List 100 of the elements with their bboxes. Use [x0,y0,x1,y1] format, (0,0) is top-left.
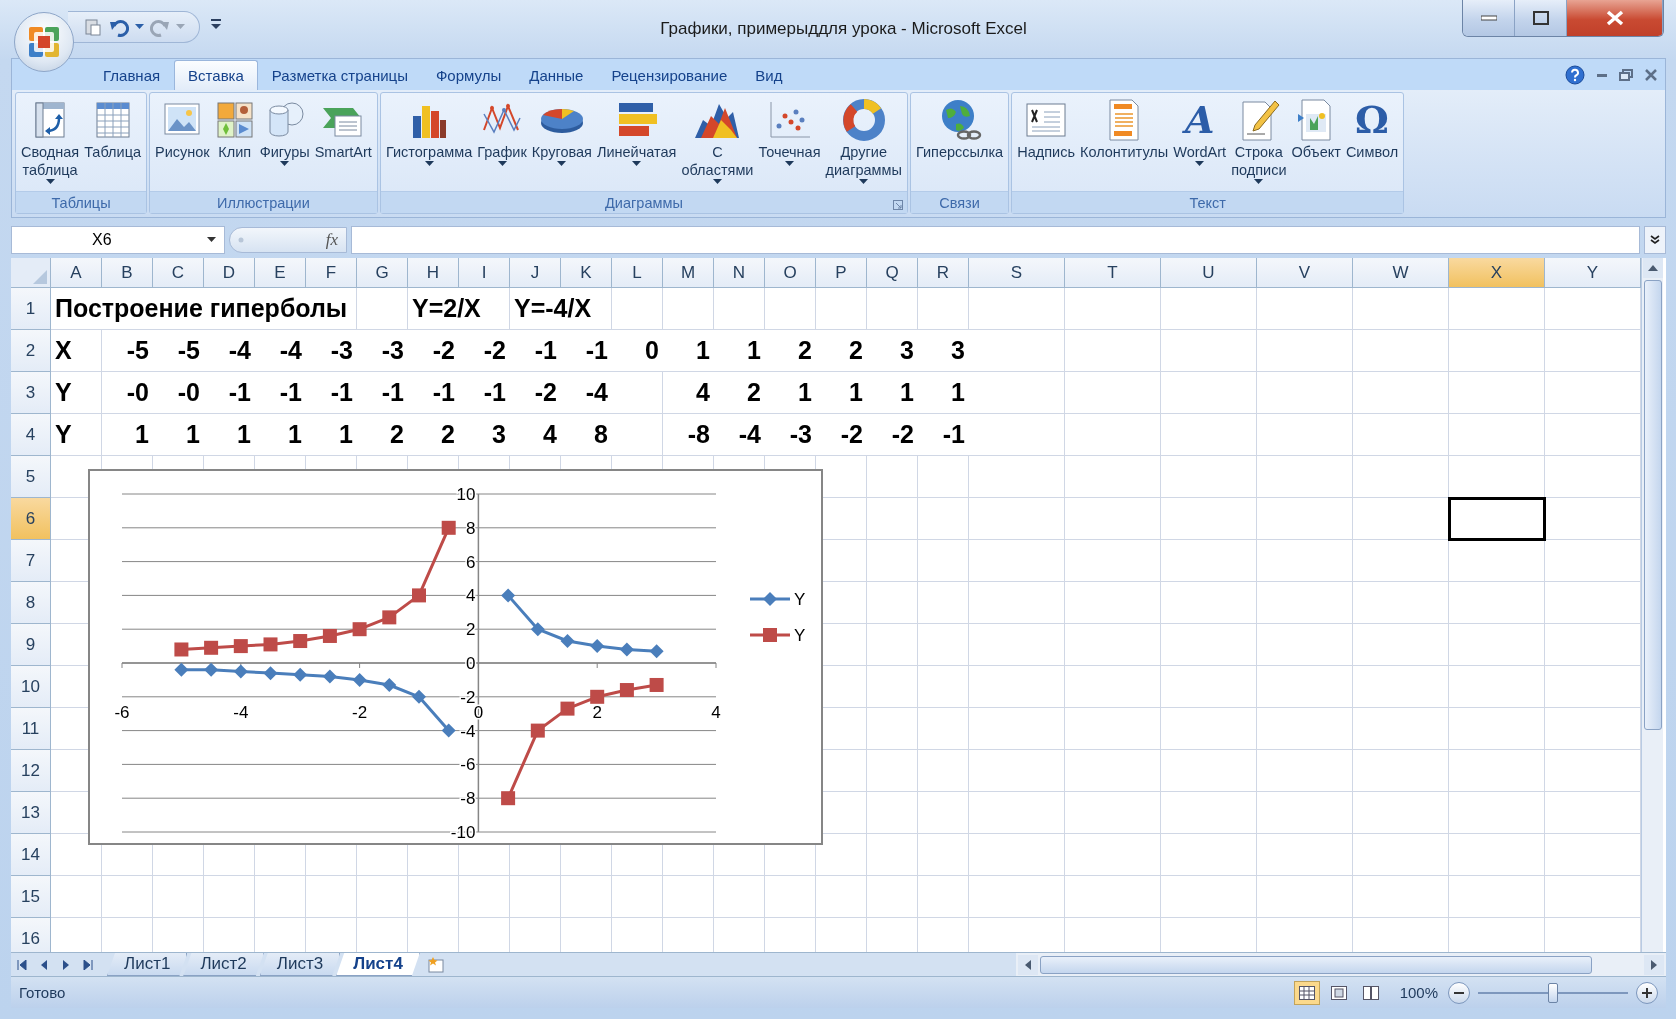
row-header[interactable]: 4 [11,414,51,456]
row-header[interactable]: 15 [11,876,51,918]
undo-dropdown[interactable] [134,24,145,30]
ribbon-button[interactable]: Линейчатая [594,95,679,169]
ribbon-button[interactable]: Рисунок [153,95,212,163]
column-header[interactable]: I [459,258,510,288]
column-header[interactable]: Q [867,258,918,288]
sheet-tab[interactable]: Лист4 [336,953,420,976]
ribbon-button[interactable]: Клип [212,95,257,163]
column-header[interactable]: D [204,258,255,288]
row-header[interactable]: 8 [11,582,51,624]
group-label: Диаграммы [605,194,683,211]
ribbon-button[interactable]: Сводная таблица [19,95,82,187]
row-header[interactable]: 10 [11,666,51,708]
ribbon-tab[interactable]: Разметка страницы [257,60,422,90]
row-header[interactable]: 6 [11,498,51,540]
column-header[interactable]: L [612,258,663,288]
name-box[interactable]: X6 [11,225,225,254]
row-header[interactable]: 12 [11,750,51,792]
ribbon-button[interactable]: Другие диаграммы [823,95,904,187]
expand-formula-button[interactable] [1644,225,1666,254]
workbook-close-button[interactable] [1645,69,1657,81]
maximize-button[interactable] [1515,0,1567,36]
customize-toolbar-button[interactable] [210,18,222,30]
column-header[interactable]: W [1353,258,1449,288]
vertical-scrollbar[interactable] [1641,258,1663,952]
row-header[interactable]: 2 [11,330,51,372]
zoom-slider-thumb[interactable] [1548,982,1558,1003]
undo-button[interactable] [108,17,130,37]
help-button[interactable] [1565,65,1585,85]
column-header[interactable]: F [306,258,357,288]
column-header[interactable]: X [1449,258,1545,288]
column-header[interactable]: J [510,258,561,288]
row-header[interactable]: 14 [11,834,51,876]
column-header[interactable]: O [765,258,816,288]
column-header[interactable]: C [153,258,204,288]
ribbon-button[interactable]: Гиперссылка [913,95,1006,163]
row-header[interactable]: 16 [11,918,51,952]
column-header[interactable]: M [663,258,714,288]
column-header[interactable]: H [408,258,459,288]
row-header[interactable]: 5 [11,456,51,498]
row-header[interactable]: 1 [11,288,51,330]
zoom-in-button[interactable] [1636,981,1658,1004]
ribbon-button[interactable]: Таблица [82,95,143,163]
ribbon-button[interactable]: Точечная [756,95,823,169]
column-header[interactable]: N [714,258,765,288]
scroll-left-button[interactable] [1018,954,1038,975]
dialog-launcher[interactable] [892,200,903,210]
insert-function-label[interactable]: fx [325,229,338,250]
ribbon-tab[interactable]: Рецензирование [597,60,742,90]
restore-button[interactable] [1619,69,1633,81]
column-header[interactable]: Y [1545,258,1641,288]
horizontal-scrollbar[interactable] [1016,953,1666,976]
column-header[interactable]: R [918,258,969,288]
scroll-thumb[interactable] [1040,955,1592,974]
column-header[interactable]: A [51,258,102,288]
sheet-tab[interactable]: Лист2 [183,953,264,976]
ribbon-button[interactable]: Объект [1289,95,1343,163]
ribbon-button[interactable]: Колонтитулы [1077,95,1171,163]
ribbon-button[interactable]: A WordArt [1171,95,1229,169]
ribbon-button[interactable]: Надпись [1015,95,1077,163]
ribbon-minimize-button[interactable] [1597,73,1607,77]
scroll-thumb[interactable] [1643,280,1662,730]
sheet-tab[interactable]: Лист1 [107,953,188,976]
row-header[interactable]: 3 [11,372,51,414]
row-header[interactable]: 11 [11,708,51,750]
row-header[interactable]: 13 [11,792,51,834]
column-header[interactable]: U [1161,258,1257,288]
ribbon-tab[interactable]: Вставка [174,60,258,90]
ribbon-button[interactable]: Круговая [529,95,594,169]
ribbon-button[interactable]: Ω Символ [1343,95,1401,163]
column-header[interactable]: T [1065,258,1161,288]
ribbon-tab[interactable]: Формулы [421,60,516,90]
column-header[interactable]: P [816,258,867,288]
column-header[interactable]: V [1257,258,1353,288]
scroll-right-button[interactable] [1644,954,1664,975]
selected-cell[interactable] [1449,498,1545,540]
ribbon-button[interactable]: Гистограмма [383,95,475,169]
row-header[interactable]: 7 [11,540,51,582]
ribbon-button[interactable]: SmartArt [312,95,374,163]
ribbon-button[interactable]: Фигуры [257,95,312,169]
ribbon-tab[interactable]: Данные [515,60,598,90]
scroll-up-button[interactable] [1642,258,1663,278]
ribbon-tab[interactable]: Вид [741,60,797,90]
column-header[interactable]: K [561,258,612,288]
row-header[interactable]: 9 [11,624,51,666]
column-header[interactable]: G [357,258,408,288]
ribbon-button[interactable]: График [475,95,529,169]
column-header[interactable]: B [102,258,153,288]
zoom-out-button[interactable] [1448,981,1470,1004]
sheet-tab[interactable]: Лист3 [259,953,341,976]
view-button[interactable] [1293,980,1320,1005]
formula-input[interactable] [351,225,1640,254]
ribbon-button[interactable]: Строка подписи [1229,95,1289,187]
column-header[interactable]: E [255,258,306,288]
column-header[interactable]: S [969,258,1065,288]
ribbon-button[interactable]: С областями [679,95,756,187]
ribbon-tab[interactable]: Главная [89,60,175,90]
close-button[interactable] [1567,0,1663,36]
clipboard-button[interactable] [82,17,104,37]
